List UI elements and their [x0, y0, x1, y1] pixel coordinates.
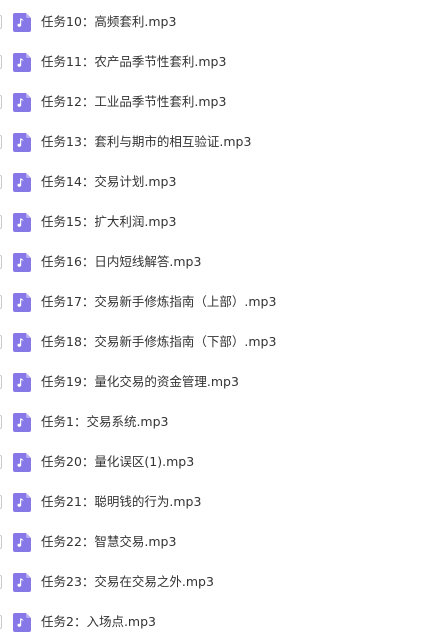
file-name: 任务17：交易新手修炼指南（上部）.mp3: [41, 294, 277, 309]
audio-file-icon: [13, 333, 31, 352]
file-list: 任务10：高频套利.mp3 任务11：农产品季节性套利.mp3 任务12：工业品季节…: [0, 0, 426, 641]
file-row[interactable]: 任务14：交易计划.mp3: [0, 162, 426, 202]
row-checkbox[interactable]: [0, 415, 2, 429]
row-checkbox[interactable]: [0, 375, 2, 389]
file-name: 任务2：入场点.mp3: [41, 614, 156, 629]
row-checkbox[interactable]: [0, 95, 2, 109]
file-name: 任务16：日内短线解答.mp3: [41, 254, 202, 269]
audio-file-icon: [13, 613, 31, 632]
audio-file-icon: [13, 133, 31, 152]
file-name: 任务14：交易计划.mp3: [41, 174, 177, 189]
audio-file-icon: [13, 13, 31, 32]
row-checkbox[interactable]: [0, 295, 2, 309]
row-checkbox[interactable]: [0, 615, 2, 629]
audio-file-icon: [13, 413, 31, 432]
file-row[interactable]: 任务10：高频套利.mp3: [0, 2, 426, 42]
file-row[interactable]: 任务12：工业品季节性套利.mp3: [0, 82, 426, 122]
file-name: 任务20：量化误区(1).mp3: [41, 454, 195, 469]
row-checkbox[interactable]: [0, 175, 2, 189]
file-name: 任务11：农产品季节性套利.mp3: [41, 54, 227, 69]
file-name: 任务18：交易新手修炼指南（下部）.mp3: [41, 334, 277, 349]
file-row[interactable]: 任务23：交易在交易之外.mp3: [0, 562, 426, 602]
file-row[interactable]: 任务11：农产品季节性套利.mp3: [0, 42, 426, 82]
file-row[interactable]: 任务19：量化交易的资金管理.mp3: [0, 362, 426, 402]
row-checkbox[interactable]: [0, 15, 2, 29]
file-name: 任务19：量化交易的资金管理.mp3: [41, 374, 239, 389]
row-checkbox[interactable]: [0, 495, 2, 509]
row-checkbox[interactable]: [0, 455, 2, 469]
file-row[interactable]: 任务22：智慧交易.mp3: [0, 522, 426, 562]
file-name: 任务12：工业品季节性套利.mp3: [41, 94, 227, 109]
row-checkbox[interactable]: [0, 335, 2, 349]
file-row[interactable]: 任务13：套利与期市的相互验证.mp3: [0, 122, 426, 162]
audio-file-icon: [13, 53, 31, 72]
file-row[interactable]: 任务17：交易新手修炼指南（上部）.mp3: [0, 282, 426, 322]
file-row[interactable]: 任务15：扩大利润.mp3: [0, 202, 426, 242]
audio-file-icon: [13, 293, 31, 312]
audio-file-icon: [13, 493, 31, 512]
row-checkbox[interactable]: [0, 55, 2, 69]
file-row[interactable]: 任务2：入场点.mp3: [0, 602, 426, 642]
row-checkbox[interactable]: [0, 215, 2, 229]
file-name: 任务23：交易在交易之外.mp3: [41, 574, 214, 589]
file-name: 任务15：扩大利润.mp3: [41, 214, 177, 229]
file-row[interactable]: 任务20：量化误区(1).mp3: [0, 442, 426, 482]
audio-file-icon: [13, 373, 31, 392]
audio-file-icon: [13, 253, 31, 272]
audio-file-icon: [13, 533, 31, 552]
file-row[interactable]: 任务21：聪明钱的行为.mp3: [0, 482, 426, 522]
file-name: 任务21：聪明钱的行为.mp3: [41, 494, 202, 509]
file-row[interactable]: 任务1：交易系统.mp3: [0, 402, 426, 442]
audio-file-icon: [13, 573, 31, 592]
row-checkbox[interactable]: [0, 255, 2, 269]
file-name: 任务10：高频套利.mp3: [41, 14, 177, 29]
row-checkbox[interactable]: [0, 535, 2, 549]
row-checkbox[interactable]: [0, 575, 2, 589]
row-checkbox[interactable]: [0, 135, 2, 149]
file-name: 任务13：套利与期市的相互验证.mp3: [41, 134, 252, 149]
file-name: 任务22：智慧交易.mp3: [41, 534, 177, 549]
audio-file-icon: [13, 173, 31, 192]
file-name: 任务1：交易系统.mp3: [41, 414, 169, 429]
audio-file-icon: [13, 213, 31, 232]
file-row[interactable]: 任务18：交易新手修炼指南（下部）.mp3: [0, 322, 426, 362]
file-row[interactable]: 任务16：日内短线解答.mp3: [0, 242, 426, 282]
audio-file-icon: [13, 93, 31, 112]
audio-file-icon: [13, 453, 31, 472]
